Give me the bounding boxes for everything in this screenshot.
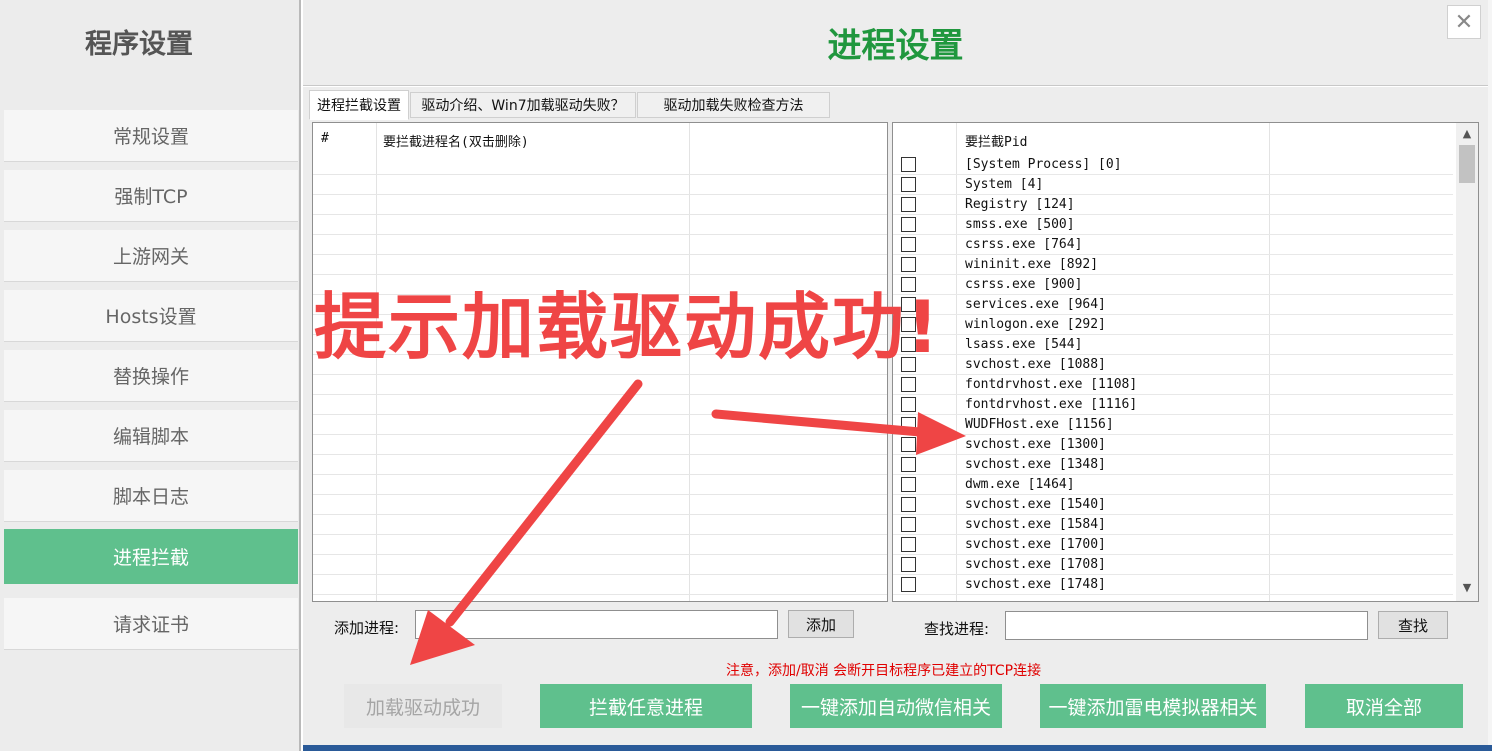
arrow-down-left-icon <box>410 379 643 665</box>
annotation-arrows <box>410 379 966 665</box>
arrow-right-icon <box>711 409 966 455</box>
